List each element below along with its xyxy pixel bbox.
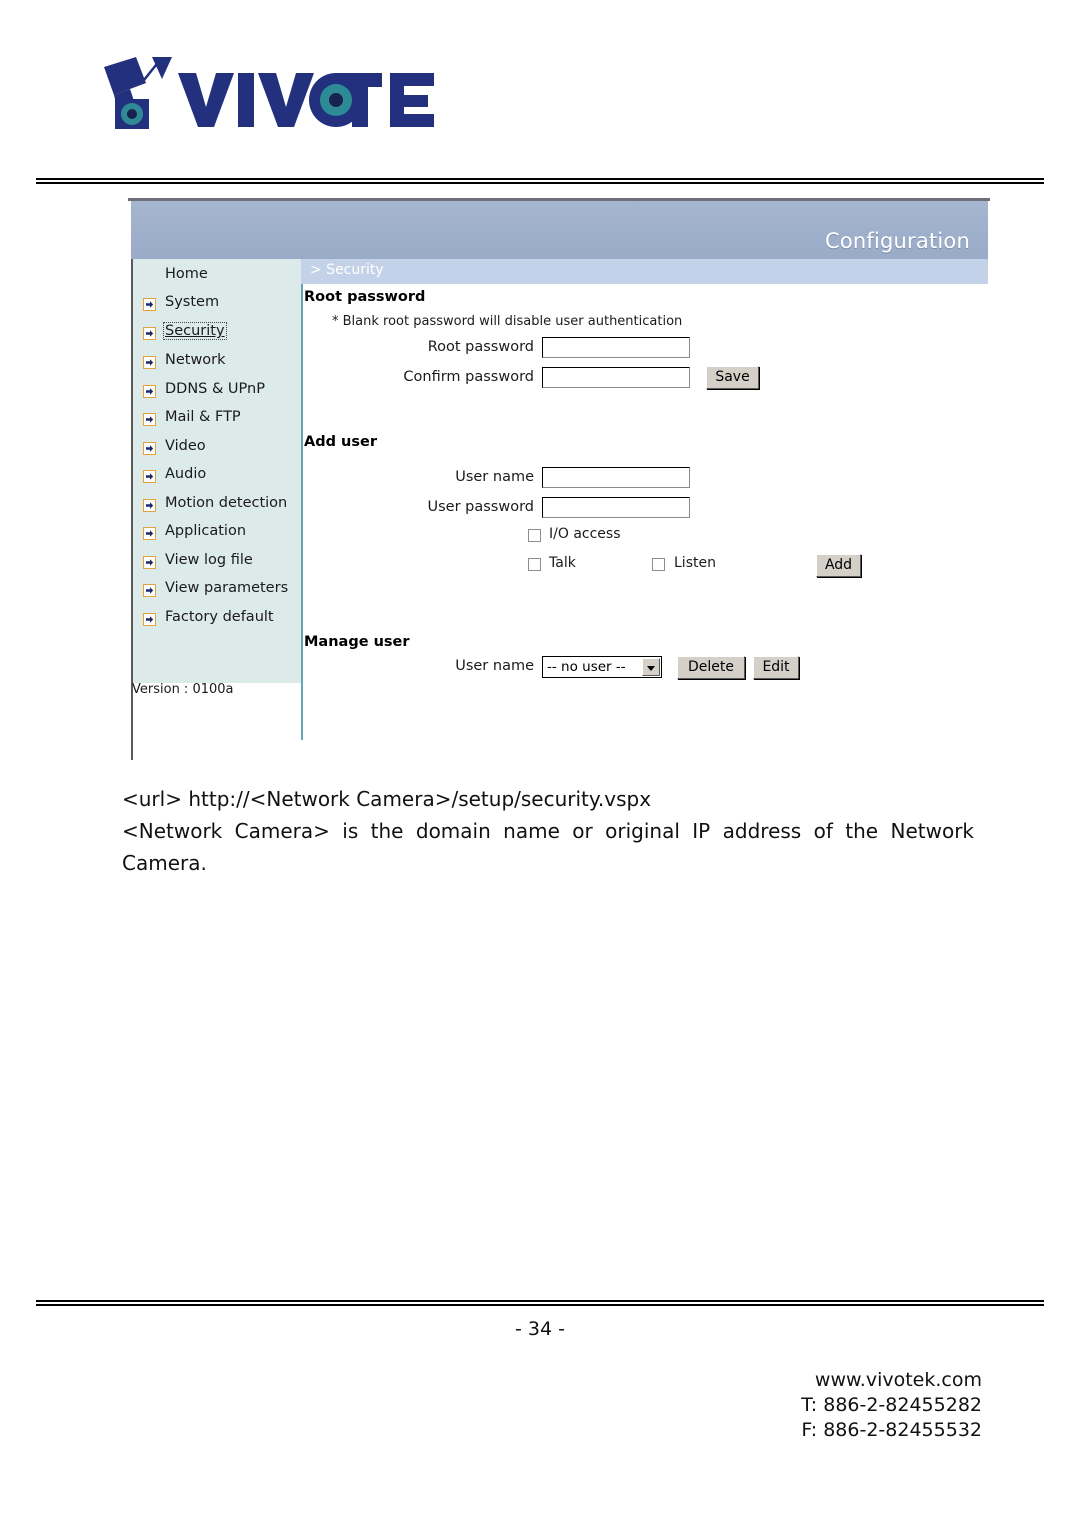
talk-label: Talk [549,555,576,571]
sidebar-item-label: Application [165,523,247,539]
save-button[interactable]: Save [706,366,759,389]
breadcrumb-bar: > Security [301,259,988,284]
page-number: - 34 - [515,1318,565,1340]
sidebar-item-label: Mail & FTP [165,409,241,425]
sidebar-nav: Home System Security Network DDNS & UPnP [131,259,301,683]
sidebar-item-label: View parameters [165,580,289,596]
sidebar-item-view-log-file[interactable]: View log file [133,549,303,577]
sidebar-item-motion-detection[interactable]: Motion detection [133,492,303,520]
chevron-down-icon[interactable] [642,658,660,676]
config-header-bar: Configuration [131,201,988,259]
vivotek-o-lens-icon [309,73,363,127]
sidebar-item-label: Motion detection [165,495,288,511]
sidebar-item-label: Network [165,352,226,368]
sidebar-item-ddns-upnp[interactable]: DDNS & UPnP [133,378,303,406]
firmware-version-label: Version : 0100a [132,682,234,697]
sidebar-item-label: System [165,294,220,310]
arrow-right-icon [143,470,156,483]
sidebar-item-label: DDNS & UPnP [165,381,265,397]
sidebar-item-security[interactable]: Security [133,320,303,348]
arrow-right-icon [143,499,156,512]
arrow-right-icon [143,413,156,426]
sidebar-content-divider [301,284,303,740]
manage-user-section-title: Manage user [304,634,410,650]
arrow-right-icon [143,584,156,597]
user-name-select-value: -- no user -- [547,659,626,675]
footer-divider-rule [36,1300,1044,1306]
arrow-right-icon [143,385,156,398]
edit-user-button[interactable]: Edit [753,656,799,679]
sidebar-item-label: Audio [165,466,207,482]
add-user-button[interactable]: Add [816,554,861,577]
breadcrumb: > Security [310,262,384,278]
listen-label: Listen [674,555,716,571]
arrow-right-icon [143,327,156,340]
add-user-password-input[interactable] [542,497,690,518]
io-access-label: I/O access [549,526,621,542]
add-user-password-label: User password [427,499,535,515]
arrow-right-icon [143,556,156,569]
root-password-section-title: Root password [304,289,426,305]
add-user-name-input[interactable] [542,467,690,488]
talk-checkbox[interactable] [528,558,541,571]
header-divider-rule [36,178,1044,184]
config-content-area: Root password * Blank root password will… [304,286,988,760]
listen-checkbox[interactable] [652,558,665,571]
footer-telephone: T: 886-2-82455282 [801,1394,982,1416]
user-name-select[interactable]: -- no user -- [542,656,662,678]
confirm-password-label: Confirm password [403,369,534,385]
url-line: <url> http://<Network Camera>/setup/secu… [122,787,652,811]
sidebar-item-application[interactable]: Application [133,520,303,548]
root-password-label: Root password [427,339,534,355]
sidebar-item-label: Factory default [165,609,274,625]
io-access-checkbox[interactable] [528,529,541,542]
confirm-password-input[interactable] [542,367,690,388]
root-password-note: * Blank root password will disable user … [332,314,683,329]
description-paragraph: <Network Camera> is the domain name or o… [122,819,974,875]
vivotek-logo [100,55,440,140]
arrow-right-icon [143,613,156,626]
add-user-name-label: User name [455,469,534,485]
sidebar-item-view-parameters[interactable]: View parameters [133,577,303,605]
sidebar-item-label: Security [163,322,227,340]
sidebar-item-mail-ftp[interactable]: Mail & FTP [133,406,303,434]
arrow-right-icon [143,298,156,311]
sidebar-item-audio[interactable]: Audio [133,463,303,491]
add-user-section-title: Add user [304,434,377,450]
sidebar-item-video[interactable]: Video [133,435,303,463]
sidebar-item-label: Video [165,438,206,454]
sidebar-item-network[interactable]: Network [133,349,303,377]
manage-user-row: -- no user -- Delete Edit [347,654,799,680]
sidebar-item-home[interactable]: Home [133,263,303,291]
root-password-input[interactable] [542,337,690,358]
footer-contact-block: www.vivotek.com T: 886-2-82455282 F: 886… [801,1368,982,1443]
sidebar-item-label: Home [165,266,208,282]
sidebar-item-system[interactable]: System [133,291,303,319]
footer-fax: F: 886-2-82455532 [801,1419,982,1441]
arrow-right-icon [143,442,156,455]
arrow-right-icon [143,527,156,540]
camera-config-screenshot: Configuration > Security Home System Sec… [128,198,990,763]
vivotek-camera-logo-icon [104,57,172,129]
arrow-right-icon [143,356,156,369]
vivotek-wordmark [178,73,434,127]
page-title: Configuration [824,229,970,253]
footer-website: www.vivotek.com [814,1369,982,1391]
sidebar-item-label: View log file [165,552,253,568]
delete-user-button[interactable]: Delete [677,656,745,679]
sidebar-item-factory-default[interactable]: Factory default [133,606,303,634]
